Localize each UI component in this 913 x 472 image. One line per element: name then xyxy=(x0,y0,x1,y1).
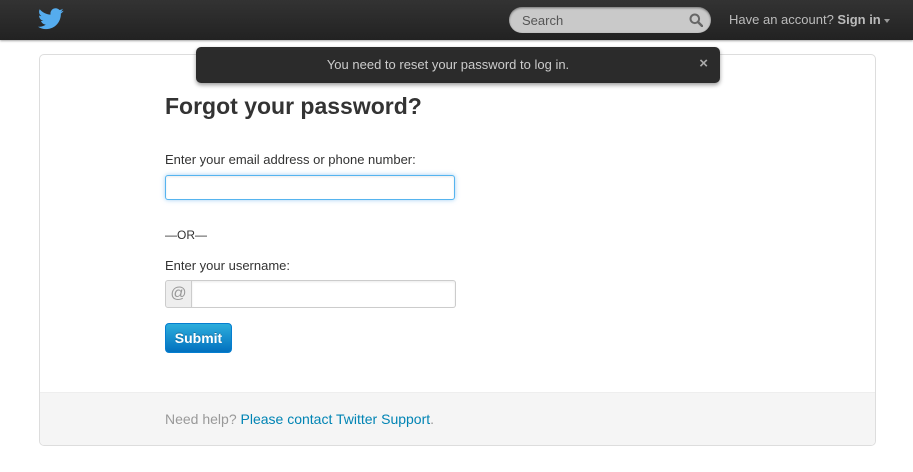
have-account-text: Have an account? xyxy=(729,12,834,27)
top-navigation-bar: Have an account? Sign in xyxy=(0,0,913,40)
sign-in-label: Sign in xyxy=(837,12,881,27)
username-input-group: @ xyxy=(165,280,456,308)
at-sign-prefix: @ xyxy=(165,280,192,308)
search-icon[interactable] xyxy=(689,13,704,28)
sign-in-link[interactable]: Sign in xyxy=(837,12,890,27)
page-title: Forgot your password? xyxy=(165,93,422,119)
email-or-phone-input[interactable] xyxy=(165,175,455,200)
or-divider-text: —OR— xyxy=(165,228,207,242)
card-footer: Need help? Please contact Twitter Suppor… xyxy=(40,392,875,445)
submit-button[interactable]: Submit xyxy=(165,323,232,353)
search-input[interactable] xyxy=(509,7,692,33)
search-box xyxy=(509,7,711,33)
notice-message: You need to reset your password to log i… xyxy=(326,57,570,72)
need-help-text: Need help? xyxy=(165,411,237,427)
contact-support-link[interactable]: Please contact Twitter Support xyxy=(241,411,431,427)
help-text-line: Need help? Please contact Twitter Suppor… xyxy=(165,411,434,427)
reset-password-card: Forgot your password? Enter your email a… xyxy=(39,54,876,446)
caret-down-icon xyxy=(883,18,890,23)
username-label: Enter your username: xyxy=(165,258,291,273)
password-reset-notice: You need to reset your password to log i… xyxy=(196,47,720,83)
username-input[interactable] xyxy=(192,280,456,308)
twitter-bird-icon[interactable] xyxy=(38,8,64,30)
footer-period: . xyxy=(430,411,435,427)
account-area: Have an account? Sign in xyxy=(729,12,890,27)
close-icon[interactable]: × xyxy=(699,56,708,72)
email-label: Enter your email address or phone number… xyxy=(165,152,416,167)
